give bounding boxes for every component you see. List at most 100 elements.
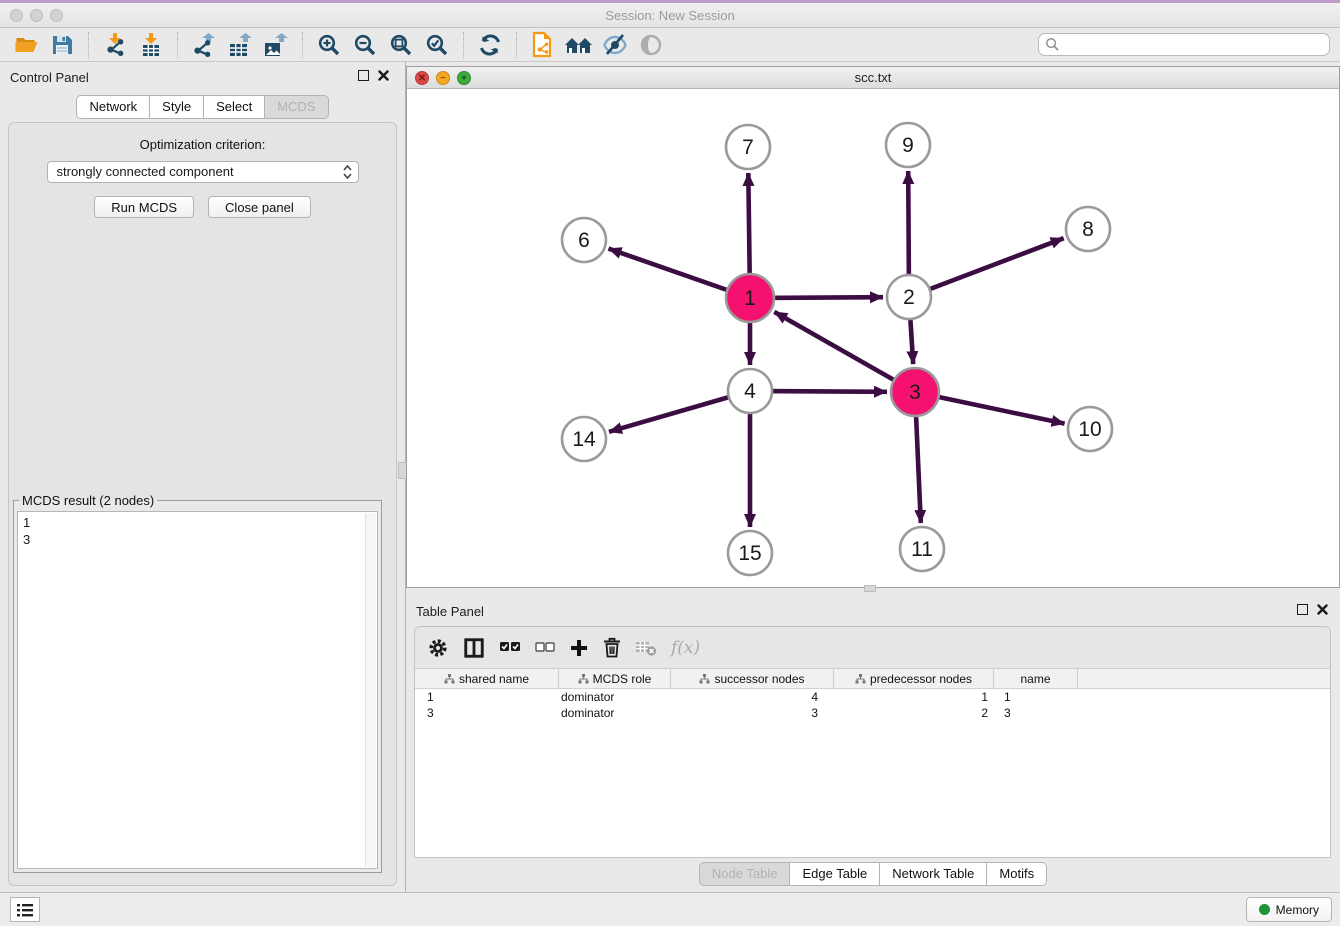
status-bar: Memory (0, 892, 1340, 926)
zoom-selected-icon[interactable] (422, 31, 452, 59)
table-tab-edge-table[interactable]: Edge Table (790, 862, 880, 886)
delete-row-icon[interactable] (603, 637, 621, 658)
svg-text:11: 11 (911, 538, 933, 561)
graph-node-3[interactable]: 3 (891, 368, 939, 416)
zoom-in-icon[interactable] (314, 31, 344, 59)
search-input[interactable] (1060, 36, 1329, 54)
table-cell[interactable]: 1 (834, 689, 994, 705)
app-title: Session: New Session (0, 8, 1340, 23)
table-cell[interactable]: 1 (415, 689, 559, 705)
table-tab-motifs[interactable]: Motifs (987, 862, 1047, 886)
browser-home-icon[interactable] (564, 31, 594, 59)
toolbar-separator (88, 32, 89, 58)
table-float-panel-icon[interactable] (1297, 604, 1308, 615)
toolbar-separator (463, 32, 464, 58)
table-cell[interactable]: 3 (994, 705, 1078, 721)
search-field[interactable] (1038, 33, 1330, 56)
add-row-icon[interactable] (569, 638, 589, 658)
mcds-result-line: 3 (23, 531, 372, 548)
column-header-predecessor-nodes[interactable]: predecessor nodes (834, 669, 994, 688)
zoom-fit-icon[interactable] (386, 31, 416, 59)
mcds-result-box: MCDS result (2 nodes) 13 (13, 493, 382, 873)
tab-select[interactable]: Select (204, 95, 265, 119)
import-network-icon[interactable] (100, 31, 130, 59)
select-all-rows-icon[interactable] (499, 640, 521, 655)
graph-node-15[interactable]: 15 (728, 531, 772, 575)
save-session-icon[interactable] (47, 31, 77, 59)
zoom-out-icon[interactable] (350, 31, 380, 59)
svg-text:9: 9 (902, 134, 914, 157)
toolbar-separator (302, 32, 303, 58)
export-network-icon[interactable] (189, 31, 219, 59)
column-header-successor-nodes[interactable]: successor nodes (671, 669, 834, 688)
table-tab-node-table[interactable]: Node Table (699, 862, 791, 886)
graphics-details-icon[interactable] (600, 31, 630, 59)
table-tab-network-table[interactable]: Network Table (880, 862, 987, 886)
svg-text:3: 3 (909, 381, 921, 404)
table-row[interactable]: 3dominator323 (415, 705, 1330, 721)
export-image-icon[interactable] (261, 31, 291, 59)
table-cell[interactable]: dominator (559, 689, 671, 705)
table-cell[interactable]: 3 (671, 705, 834, 721)
graph-node-7[interactable]: 7 (726, 125, 770, 169)
network-canvas[interactable]: 7 9 6 8 1 2 4 3 14 10 15 11 (407, 89, 1339, 587)
control-panel-tabs: NetworkStyleSelectMCDS (76, 95, 328, 119)
svg-text:4: 4 (744, 380, 756, 403)
table-row[interactable]: 1dominator411 (415, 689, 1330, 705)
birds-eye-view-icon (636, 31, 666, 59)
show-panels-list-button[interactable] (10, 897, 40, 922)
graph-node-14[interactable]: 14 (562, 417, 606, 461)
table-cell[interactable]: dominator (559, 705, 671, 721)
result-scrollbar[interactable] (365, 513, 376, 867)
control-panel-title: Control Panel (10, 70, 89, 85)
graph-node-4[interactable]: 4 (728, 369, 772, 413)
graph-edge-2-8[interactable] (909, 238, 1064, 297)
graph-node-2[interactable]: 2 (887, 275, 931, 319)
show-columns-icon[interactable] (463, 637, 485, 659)
deselect-all-rows-icon[interactable] (535, 641, 555, 655)
mcds-result-text[interactable]: 13 (17, 511, 378, 869)
table-cell[interactable]: 1 (994, 689, 1078, 705)
new-network-from-file-icon[interactable] (528, 31, 558, 59)
apply-layout-icon[interactable] (475, 31, 505, 59)
table-cell[interactable]: 2 (834, 705, 994, 721)
graph-node-8[interactable]: 8 (1066, 207, 1110, 251)
export-table-icon[interactable] (225, 31, 255, 59)
memory-button[interactable]: Memory (1246, 897, 1332, 922)
table-close-panel-icon[interactable] (1317, 604, 1328, 615)
import-table-icon[interactable] (136, 31, 166, 59)
criterion-value: strongly connected component (57, 164, 234, 179)
graph-node-9[interactable]: 9 (886, 123, 930, 167)
svg-text:2: 2 (903, 286, 915, 309)
table-panel-title: Table Panel (416, 604, 484, 619)
column-header-mcds-role[interactable]: MCDS role (559, 669, 671, 688)
float-panel-icon[interactable] (358, 70, 369, 81)
svg-text:6: 6 (578, 229, 590, 252)
run-mcds-button[interactable]: Run MCDS (94, 196, 194, 218)
tab-network[interactable]: Network (76, 95, 150, 119)
network-window-titlebar[interactable]: ✕ − + scc.txt (407, 67, 1339, 89)
table-cell[interactable]: 3 (415, 705, 559, 721)
svg-text:7: 7 (742, 136, 754, 159)
svg-text:15: 15 (738, 542, 761, 565)
graph-node-10[interactable]: 10 (1068, 407, 1112, 451)
tab-style[interactable]: Style (150, 95, 204, 119)
close-panel-button[interactable]: Close panel (208, 196, 311, 218)
horizontal-splitter-handle[interactable] (864, 585, 876, 592)
column-header-name[interactable]: name (994, 669, 1078, 688)
criterion-dropdown[interactable]: strongly connected component (47, 161, 359, 183)
graph-node-11[interactable]: 11 (900, 527, 944, 571)
main-toolbar (0, 28, 1340, 62)
table-panel: Table Panel f(x) shared nameMCDS rolesuc… (406, 596, 1340, 888)
column-tree-icon (699, 674, 710, 684)
table-header-row: shared nameMCDS rolesuccessor nodesprede… (415, 669, 1330, 689)
graph-node-1[interactable]: 1 (726, 274, 774, 322)
table-settings-icon[interactable] (427, 637, 449, 659)
column-header-shared-name[interactable]: shared name (415, 669, 559, 688)
close-panel-icon[interactable] (378, 70, 389, 81)
tab-mcds[interactable]: MCDS (265, 95, 328, 119)
dropdown-arrows-icon (342, 164, 354, 180)
open-session-icon[interactable] (11, 31, 41, 59)
graph-node-6[interactable]: 6 (562, 218, 606, 262)
table-cell[interactable]: 4 (671, 689, 834, 705)
